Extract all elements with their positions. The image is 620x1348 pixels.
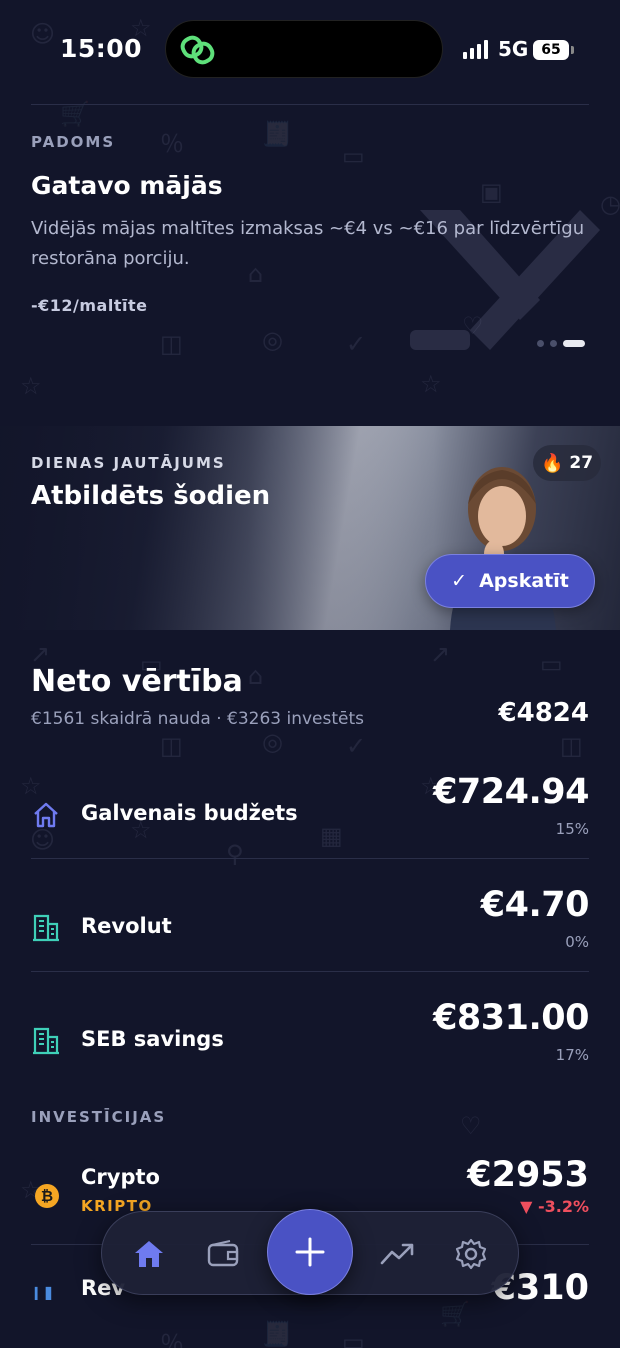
investments-label: INVESTĪCIJAS [31,1108,167,1126]
net-worth-subtitle: €1561 skaidrā nauda · €3263 investēts [31,709,365,729]
tab-settings[interactable] [451,1234,491,1274]
investment-amount: €2953 [467,1155,589,1195]
bitcoin-icon: ₿ [35,1184,59,1208]
account-name: SEB savings [81,1027,224,1051]
status-time: 15:00 [60,34,143,63]
carousel-dot-active[interactable] [563,340,585,347]
flame-icon: 🔥 [540,452,564,474]
network-type: 5G [498,37,529,61]
trending-icon [380,1243,414,1265]
divider [31,858,589,859]
carousel-dot[interactable] [550,340,557,347]
account-row[interactable]: Revolut €4.70 0% [31,885,590,997]
tip-title: Gatavo mājās [31,171,223,200]
net-worth-title: Neto vērtība [31,664,243,699]
daily-question-title: Atbildēts šodien [31,481,271,511]
investment-change: ▼ -3.2% [520,1197,589,1216]
tab-trends[interactable] [377,1234,417,1274]
account-percent: 17% [555,1046,589,1064]
add-transaction-button[interactable] [267,1209,353,1295]
chart-icon: ▎▌ [35,1288,57,1300]
streak-badge: 🔥 27 [533,445,601,481]
carousel-dot[interactable] [537,340,544,347]
divider [31,971,589,972]
bank-building-icon [33,914,59,942]
account-percent: 15% [555,820,589,838]
tip-text: Vidējās mājas maltītes izmaksas ~€4 vs ~… [31,218,585,269]
divider [31,104,589,105]
add-icon [295,1237,325,1267]
account-amount: €4.70 [480,885,590,925]
investment-name: Crypto [81,1165,160,1189]
home-icon [34,802,58,828]
account-percent: 0% [565,933,589,951]
wallet-icon [207,1240,239,1267]
account-amount: €724.94 [433,772,589,812]
home-icon [135,1241,163,1267]
account-amount: €831.00 [433,998,589,1038]
battery-icon: 65 [533,40,574,60]
tip-label: PADOMS [31,133,116,151]
tip-saving: -€12/maltīte [31,296,148,315]
app-link-icon [180,35,215,65]
view-answer-label: Apskatīt [479,570,569,592]
tab-wallet[interactable] [203,1234,243,1274]
account-name: Revolut [81,914,172,938]
streak-count: 27 [569,453,594,473]
view-answer-button[interactable]: ✓ Apskatīt [425,554,595,608]
tab-home[interactable] [129,1234,169,1274]
account-row[interactable]: Galvenais budžets €724.94 15% [31,772,589,884]
account-row[interactable]: SEB savings €831.00 17% [31,998,589,1110]
daily-question-card[interactable]: DIENAS JAUTĀJUMS Atbildēts šodien 🔥 27 ✓… [0,426,620,630]
carousel-dots[interactable] [537,340,585,347]
net-worth-total: €4824 [498,698,589,728]
account-name: Galvenais budžets [81,801,298,825]
daily-question-label: DIENAS JAUTĀJUMS [31,454,226,472]
signal-icon [463,40,488,59]
status-bar: 15:00 5G 65 [0,0,620,100]
dynamic-island [165,20,443,78]
settings-icon [455,1238,487,1270]
check-icon: ✓ [451,570,468,592]
bank-building-icon [33,1027,59,1055]
